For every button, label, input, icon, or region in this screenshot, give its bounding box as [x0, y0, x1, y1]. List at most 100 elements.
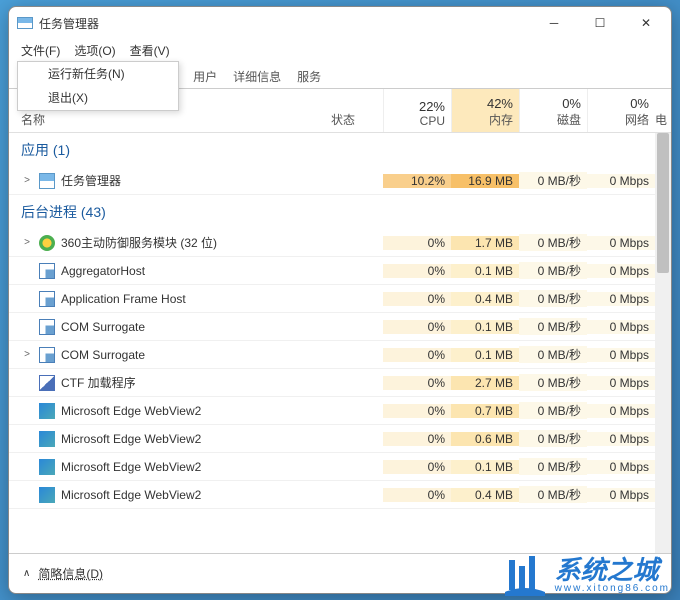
cell-network: 0 Mbps: [587, 236, 655, 250]
process-name: AggregatorHost: [61, 264, 145, 278]
window-controls: ─ ☐ ✕: [531, 8, 669, 38]
watermark-url: www.xitong86.com: [555, 583, 670, 594]
window-title: 任务管理器: [39, 15, 531, 32]
cell-network: 0 Mbps: [587, 264, 655, 278]
col-network[interactable]: 0%网络: [587, 89, 655, 132]
process-icon: [39, 487, 55, 503]
process-icon: [39, 347, 55, 363]
menu-file[interactable]: 文件(F): [17, 40, 64, 61]
section-apps: 应用 (1): [9, 133, 671, 167]
process-icon: [39, 235, 55, 251]
close-button[interactable]: ✕: [623, 8, 669, 38]
cell-cpu: 0%: [383, 292, 451, 306]
process-icon: [39, 291, 55, 307]
process-row[interactable]: Microsoft Edge WebView20%0.6 MB0 MB/秒0 M…: [9, 425, 671, 453]
watermark: 系统之城 www.xitong86.com: [501, 554, 670, 596]
cell-network: 0 Mbps: [587, 174, 655, 188]
cell-memory: 0.1 MB: [451, 264, 519, 278]
cell-disk: 0 MB/秒: [519, 374, 587, 391]
tab-users[interactable]: 用户: [185, 64, 225, 89]
scrollbar[interactable]: [655, 133, 671, 553]
cell-network: 0 Mbps: [587, 488, 655, 502]
col-power[interactable]: 电: [655, 89, 671, 132]
col-cpu[interactable]: 22%CPU: [383, 89, 451, 132]
process-list: 应用 (1) >任务管理器10.2%16.9 MB0 MB/秒0 Mbps后台进…: [9, 133, 671, 553]
process-name: Microsoft Edge WebView2: [61, 432, 201, 446]
cell-memory: 0.4 MB: [451, 292, 519, 306]
process-row[interactable]: CTF 加载程序 0%2.7 MB0 MB/秒0 Mbps: [9, 369, 671, 397]
process-row[interactable]: AggregatorHost0%0.1 MB0 MB/秒0 Mbps: [9, 257, 671, 285]
process-name: Microsoft Edge WebView2: [61, 460, 201, 474]
process-row[interactable]: >任务管理器10.2%16.9 MB0 MB/秒0 Mbps: [9, 167, 671, 195]
cell-network: 0 Mbps: [587, 404, 655, 418]
cell-network: 0 Mbps: [587, 320, 655, 334]
watermark-icon: [501, 554, 549, 596]
process-icon: [39, 375, 55, 391]
cell-network: 0 Mbps: [587, 348, 655, 362]
cell-memory: 0.4 MB: [451, 488, 519, 502]
process-icon: [39, 431, 55, 447]
scroll-thumb[interactable]: [657, 133, 669, 273]
process-row[interactable]: Microsoft Edge WebView2 0%0.1 MB0 MB/秒0 M…: [9, 453, 671, 481]
cell-cpu: 0%: [383, 488, 451, 502]
watermark-title: 系统之城: [555, 557, 670, 583]
titlebar[interactable]: 任务管理器 ─ ☐ ✕: [9, 7, 671, 39]
brief-info-link[interactable]: 简略信息(D): [38, 565, 103, 582]
process-row[interactable]: >360主动防御服务模块 (32 位) 0%1.7 MB0 MB/秒0 Mbps: [9, 229, 671, 257]
cell-memory: 2.7 MB: [451, 376, 519, 390]
cell-memory: 0.1 MB: [451, 460, 519, 474]
cell-disk: 0 MB/秒: [519, 486, 587, 503]
tab-details[interactable]: 详细信息: [225, 64, 289, 89]
cell-cpu: 10.2%: [383, 174, 451, 188]
menu-view[interactable]: 查看(V): [126, 40, 174, 61]
process-name: Application Frame Host: [61, 292, 186, 306]
cell-disk: 0 MB/秒: [519, 402, 587, 419]
process-icon: [39, 459, 55, 475]
cell-cpu: 0%: [383, 236, 451, 250]
process-icon: [39, 263, 55, 279]
expand-icon[interactable]: >: [21, 237, 33, 248]
tab-services[interactable]: 服务: [289, 64, 329, 89]
cell-cpu: 0%: [383, 264, 451, 278]
process-row[interactable]: Microsoft Edge WebView20%0.7 MB0 MB/秒0 M…: [9, 397, 671, 425]
menu-exit[interactable]: 退出(X): [18, 86, 178, 110]
cell-cpu: 0%: [383, 460, 451, 474]
cell-network: 0 Mbps: [587, 432, 655, 446]
cell-cpu: 0%: [383, 404, 451, 418]
col-disk[interactable]: 0%磁盘: [519, 89, 587, 132]
minimize-button[interactable]: ─: [531, 8, 577, 38]
cell-memory: 0.7 MB: [451, 404, 519, 418]
section-background: 后台进程 (43): [9, 195, 671, 229]
process-row[interactable]: >COM Surrogate0%0.1 MB0 MB/秒0 Mbps: [9, 341, 671, 369]
maximize-button[interactable]: ☐: [577, 8, 623, 38]
process-name: 360主动防御服务模块 (32 位): [61, 234, 217, 251]
process-row[interactable]: Application Frame Host 0%0.4 MB0 MB/秒0 Mb…: [9, 285, 671, 313]
col-status[interactable]: 状态: [331, 89, 383, 132]
cell-network: 0 Mbps: [587, 460, 655, 474]
cell-cpu: 0%: [383, 432, 451, 446]
process-name: CTF 加载程序: [61, 374, 136, 391]
cell-disk: 0 MB/秒: [519, 346, 587, 363]
cell-network: 0 Mbps: [587, 292, 655, 306]
cell-disk: 0 MB/秒: [519, 234, 587, 251]
cell-disk: 0 MB/秒: [519, 458, 587, 475]
process-name: COM Surrogate: [61, 348, 145, 362]
cell-disk: 0 MB/秒: [519, 172, 587, 189]
cell-network: 0 Mbps: [587, 376, 655, 390]
process-icon: [39, 403, 55, 419]
expand-icon[interactable]: >: [21, 349, 33, 360]
expand-icon[interactable]: >: [21, 175, 33, 186]
process-name: Microsoft Edge WebView2: [61, 488, 201, 502]
col-memory[interactable]: 42%内存: [451, 89, 519, 132]
task-manager-window: 任务管理器 ─ ☐ ✕ 文件(F) 选项(O) 查看(V) 运行新任务(N) 退…: [8, 6, 672, 594]
process-row[interactable]: COM Surrogate0%0.1 MB0 MB/秒0 Mbps: [9, 313, 671, 341]
cell-disk: 0 MB/秒: [519, 290, 587, 307]
process-icon: [39, 319, 55, 335]
cell-memory: 1.7 MB: [451, 236, 519, 250]
process-row[interactable]: Microsoft Edge WebView2 0%0.4 MB0 MB/秒0 M…: [9, 481, 671, 509]
cell-cpu: 0%: [383, 376, 451, 390]
menu-options[interactable]: 选项(O): [70, 40, 119, 61]
menu-run-new-task[interactable]: 运行新任务(N): [18, 62, 178, 86]
menubar: 文件(F) 选项(O) 查看(V) 运行新任务(N) 退出(X): [9, 39, 671, 61]
cell-cpu: 0%: [383, 320, 451, 334]
